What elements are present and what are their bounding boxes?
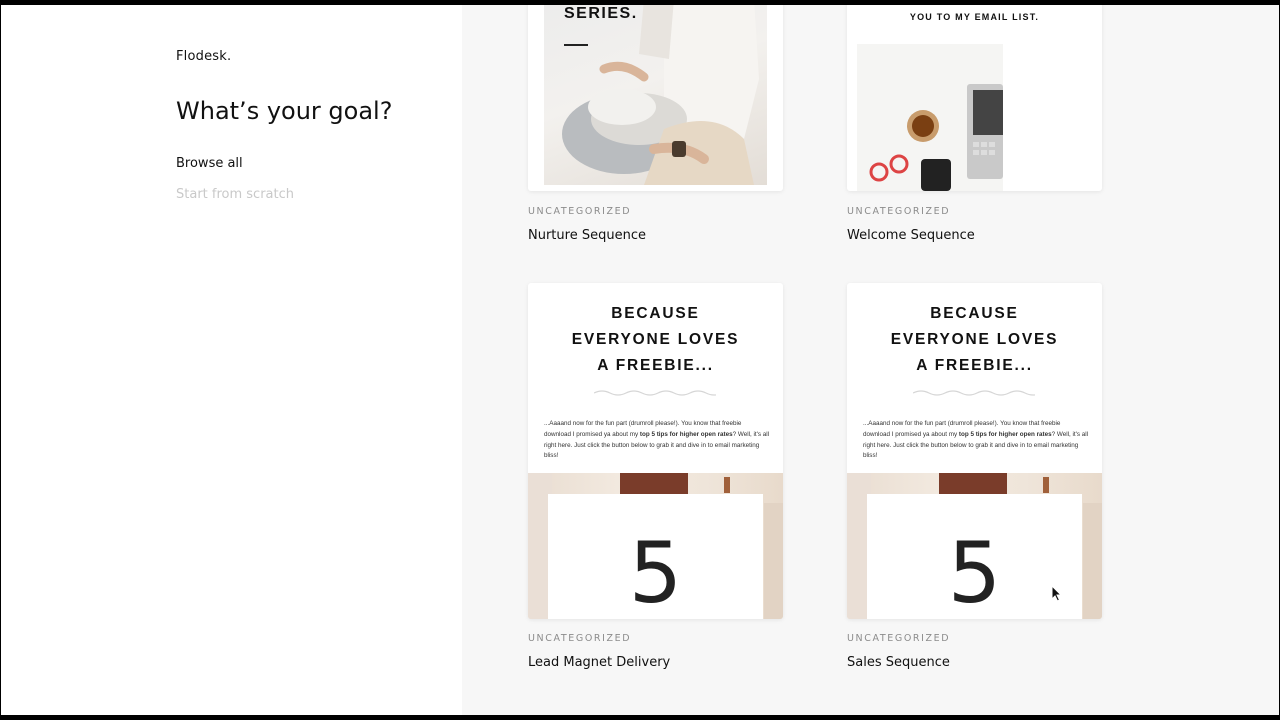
- number-card: 5: [867, 494, 1082, 619]
- mouse-cursor-icon: [1051, 585, 1063, 602]
- template-card-nurture[interactable]: SERIES.: [528, 5, 783, 191]
- category-label: UNCATEGORIZED: [847, 633, 951, 644]
- wavy-divider: [913, 390, 1035, 396]
- freebie-preview-heading: BECAUSE EVERYONE LOVES A FREEBIE...: [890, 305, 1059, 374]
- heading-underline: [564, 44, 588, 46]
- template-title-nurture[interactable]: Nurture Sequence: [528, 228, 646, 243]
- nurture-preview-heading: SERIES.: [564, 5, 638, 22]
- welcome-preview-heading: YOU TO MY EMAIL LIST.: [909, 12, 1040, 22]
- flodesk-logo[interactable]: Flodesk.: [176, 49, 231, 64]
- category-label: UNCATEGORIZED: [528, 633, 632, 644]
- freebie-preview-heading: BECAUSE EVERYONE LOVES A FREEBIE...: [571, 305, 740, 374]
- freebie-preview-body: ...Aaaand now for the fun part (drumroll…: [863, 420, 1089, 460]
- freebie-preview-body: ...Aaaand now for the fun part (drumroll…: [544, 420, 770, 460]
- wavy-divider: [594, 390, 716, 396]
- nav-start-from-scratch[interactable]: Start from scratch: [176, 187, 294, 202]
- nurture-preview-image: [544, 5, 767, 185]
- category-label: UNCATEGORIZED: [847, 206, 951, 217]
- app-window: Flodesk. What’s your goal? Browse all St…: [1, 5, 1279, 715]
- template-card-sales[interactable]: BECAUSE EVERYONE LOVES A FREEBIE... ...A…: [847, 283, 1102, 619]
- template-title-sales[interactable]: Sales Sequence: [847, 655, 950, 670]
- sidebar: Flodesk. What’s your goal? Browse all St…: [1, 5, 462, 715]
- big-number: 5: [628, 524, 683, 619]
- template-title-lead-magnet[interactable]: Lead Magnet Delivery: [528, 655, 670, 670]
- big-number: 5: [947, 524, 1002, 619]
- category-label: UNCATEGORIZED: [528, 206, 632, 217]
- template-gallery: SERIES. UNCATEGORIZED Nurture Sequence Y…: [462, 5, 1279, 715]
- template-title-welcome[interactable]: Welcome Sequence: [847, 228, 975, 243]
- template-card-welcome[interactable]: YOU TO MY EMAIL LIST.: [847, 5, 1102, 191]
- template-card-lead-magnet[interactable]: BECAUSE EVERYONE LOVES A FREEBIE... ...A…: [528, 283, 783, 619]
- nav-browse-all[interactable]: Browse all: [176, 156, 243, 171]
- number-card: 5: [548, 494, 763, 619]
- welcome-preview-image: [857, 44, 1003, 191]
- page-title: What’s your goal?: [176, 97, 393, 125]
- desk-flatlay-illustration: [869, 84, 1003, 191]
- woman-laundry-illustration: [562, 5, 759, 185]
